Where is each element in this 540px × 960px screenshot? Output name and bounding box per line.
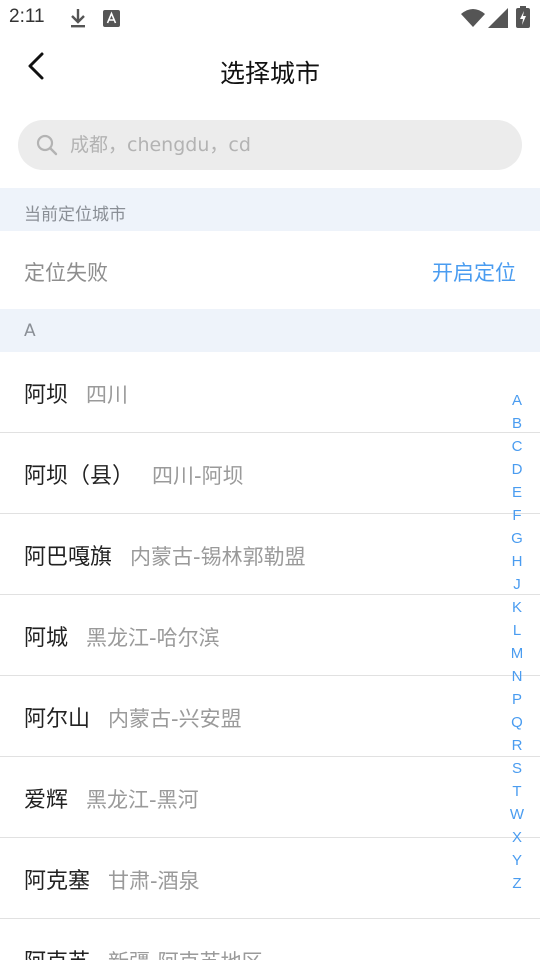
city-region: 甘肃-酒泉 bbox=[108, 869, 200, 893]
city-name: 阿克苏 bbox=[24, 950, 90, 960]
a-box-icon bbox=[103, 10, 120, 31]
index-letter[interactable]: D bbox=[506, 458, 528, 481]
index-letter[interactable]: G bbox=[506, 527, 528, 550]
app-header: 选择城市 bbox=[0, 36, 540, 102]
city-list-item[interactable]: 阿克苏 新疆-阿克苏地区 bbox=[0, 919, 540, 960]
index-letter[interactable]: M bbox=[506, 642, 528, 665]
wifi-icon bbox=[461, 8, 485, 32]
city-name: 阿克塞 bbox=[24, 869, 91, 894]
index-letter[interactable]: N bbox=[506, 665, 528, 688]
search-icon bbox=[36, 134, 58, 160]
city-region: 四川-阿坝 bbox=[152, 464, 244, 488]
city-region: 黑龙江-黑河 bbox=[86, 788, 199, 812]
current-location-title: 当前定位城市 bbox=[24, 205, 126, 225]
location-status: 定位失败 bbox=[24, 261, 108, 285]
search-input[interactable] bbox=[70, 120, 500, 170]
city-name: 阿巴嘎旗 bbox=[24, 545, 113, 570]
index-letter[interactable]: W bbox=[506, 803, 528, 826]
index-letter[interactable]: E bbox=[506, 481, 528, 504]
city-list-item[interactable]: 阿城 黑龙江-哈尔滨 bbox=[0, 595, 540, 676]
current-location-header: 当前定位城市 bbox=[0, 188, 540, 231]
letter-section-header: A bbox=[0, 309, 540, 352]
city-name: 阿尔山 bbox=[24, 707, 91, 732]
signal-icon bbox=[488, 8, 508, 32]
city-name: 爱辉 bbox=[24, 788, 69, 813]
city-name: 阿坝（县） bbox=[24, 464, 135, 489]
index-letter[interactable]: Q bbox=[506, 711, 528, 734]
index-letter[interactable]: J bbox=[506, 573, 528, 596]
enable-location-button[interactable]: 开启定位 bbox=[432, 257, 516, 287]
index-letter[interactable]: Z bbox=[506, 872, 528, 895]
city-region: 内蒙古-兴安盟 bbox=[108, 707, 242, 731]
city-list-item[interactable]: 阿尔山 内蒙古-兴安盟 bbox=[0, 676, 540, 757]
city-name: 阿城 bbox=[24, 626, 69, 651]
index-letter[interactable]: B bbox=[506, 412, 528, 435]
index-letter[interactable]: S bbox=[506, 757, 528, 780]
alphabet-index-bar[interactable]: ABCDEFGHJKLMNPQRSTWXYZ bbox=[506, 389, 528, 895]
index-letter[interactable]: Y bbox=[506, 849, 528, 872]
city-region: 内蒙古-锡林郭勒盟 bbox=[130, 545, 306, 569]
index-letter[interactable]: T bbox=[506, 780, 528, 803]
index-letter[interactable]: X bbox=[506, 826, 528, 849]
letter-section-title: A bbox=[24, 321, 36, 341]
index-letter[interactable]: A bbox=[506, 389, 528, 412]
city-list: 阿坝 四川 阿坝（县） 四川-阿坝 阿巴嘎旗 内蒙古-锡林郭勒盟 阿城 黑龙江-哈尔滨 … bbox=[0, 352, 540, 960]
battery-charging-icon bbox=[516, 6, 530, 32]
search-box[interactable] bbox=[18, 120, 522, 170]
city-region: 四川 bbox=[86, 383, 129, 407]
index-letter[interactable]: L bbox=[506, 619, 528, 642]
city-list-item[interactable]: 阿巴嘎旗 内蒙古-锡林郭勒盟 bbox=[0, 514, 540, 595]
city-region: 新疆-阿克苏地区 bbox=[108, 950, 263, 960]
city-list-item[interactable]: 阿坝（县） 四川-阿坝 bbox=[0, 433, 540, 514]
index-letter[interactable]: H bbox=[506, 550, 528, 573]
status-time: 2:11 bbox=[9, 6, 45, 27]
index-letter[interactable]: R bbox=[506, 734, 528, 757]
city-list-item[interactable]: 阿克塞 甘肃-酒泉 bbox=[0, 838, 540, 919]
download-icon bbox=[68, 7, 88, 33]
index-letter[interactable]: F bbox=[506, 504, 528, 527]
city-name: 阿坝 bbox=[24, 383, 69, 408]
city-list-item[interactable]: 阿坝 四川 bbox=[0, 352, 540, 433]
current-location-row: 定位失败 开启定位 bbox=[0, 231, 540, 309]
index-letter[interactable]: K bbox=[506, 596, 528, 619]
city-region: 黑龙江-哈尔滨 bbox=[86, 626, 220, 650]
page-title: 选择城市 bbox=[219, 59, 320, 88]
city-list-item[interactable]: 爱辉 黑龙江-黑河 bbox=[0, 757, 540, 838]
index-letter[interactable]: P bbox=[506, 688, 528, 711]
status-bar: 2:11 bbox=[0, 0, 540, 36]
index-letter[interactable]: C bbox=[506, 435, 528, 458]
